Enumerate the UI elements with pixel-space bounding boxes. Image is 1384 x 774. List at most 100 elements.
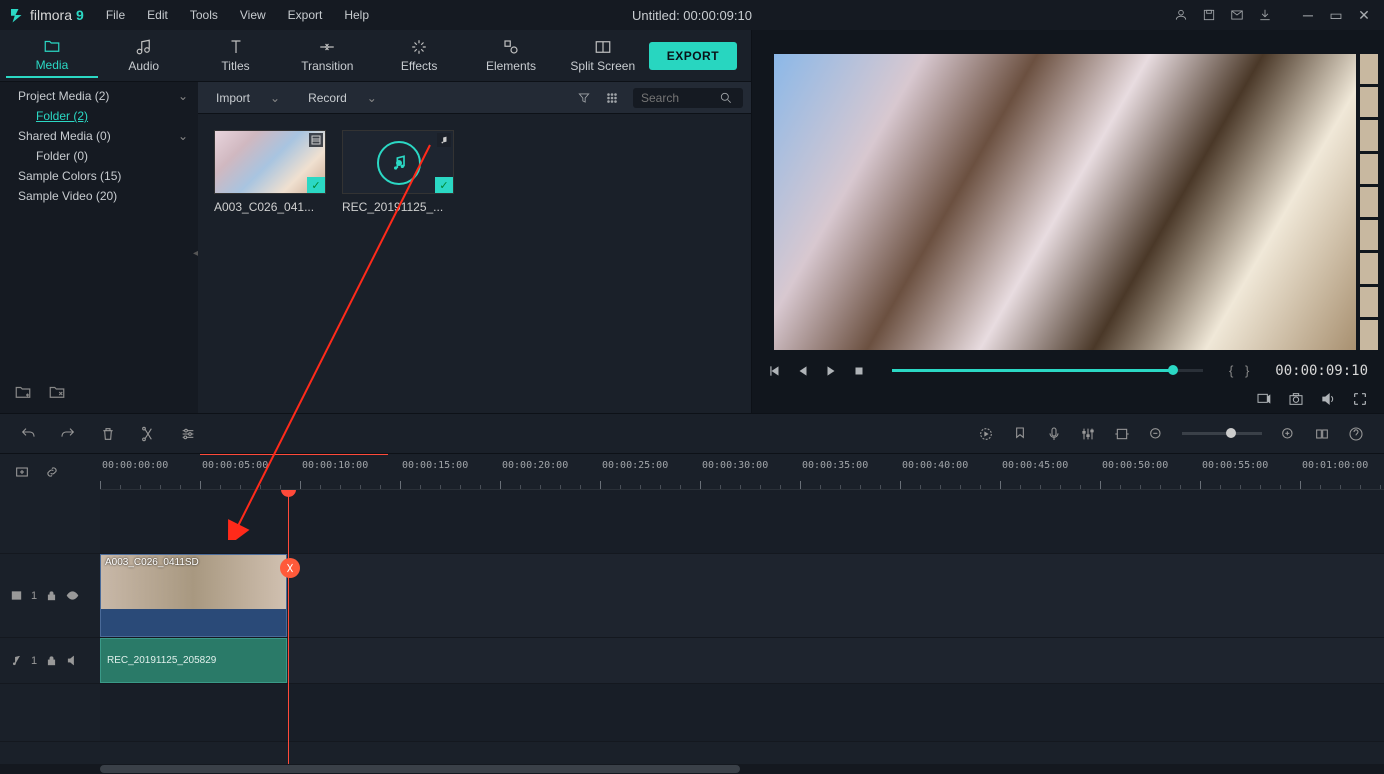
sparkle-icon	[410, 38, 428, 56]
grid-view-icon[interactable]	[605, 91, 619, 105]
redo-icon[interactable]	[60, 426, 76, 442]
delete-icon[interactable]	[100, 426, 116, 442]
progress-knob[interactable]	[1168, 365, 1178, 375]
marker-icon[interactable]	[1012, 426, 1028, 442]
fullscreen-icon[interactable]	[1352, 391, 1368, 407]
undo-icon[interactable]	[20, 426, 36, 442]
export-button[interactable]: EXPORT	[649, 42, 737, 70]
sidebar-item-folder[interactable]: Folder (2)	[0, 106, 198, 126]
preview-bottom-bar	[752, 386, 1384, 413]
volume-icon[interactable]	[1320, 391, 1336, 407]
record-dropdown[interactable]: Record⌄	[298, 87, 387, 109]
voiceover-icon[interactable]	[1046, 426, 1062, 442]
preview-viewport[interactable]	[774, 54, 1356, 350]
sidebar-item-project-media[interactable]: Project Media (2)⌄	[0, 86, 198, 106]
fit-zoom-icon[interactable]	[1314, 426, 1330, 442]
timeline-area: 00:00:00:0000:00:05:0000:00:10:0000:00:1…	[0, 414, 1384, 774]
ruler-tick: 00:00:25:00	[602, 460, 668, 471]
tab-media[interactable]: Media	[6, 33, 98, 78]
speaker-icon[interactable]	[66, 654, 79, 667]
crop-icon[interactable]	[1114, 426, 1130, 442]
help-icon[interactable]	[1348, 426, 1364, 442]
tab-titles[interactable]: Titles	[190, 34, 282, 77]
track-body-audio[interactable]: REC_20191125_205829	[100, 638, 1384, 683]
menu-help[interactable]: Help	[334, 4, 379, 26]
audio-mixer-icon[interactable]	[1080, 426, 1096, 442]
split-icon[interactable]	[140, 426, 156, 442]
search-input[interactable]	[641, 91, 719, 105]
close-button[interactable]: ✕	[1352, 7, 1376, 24]
cut-marker[interactable]	[280, 558, 300, 578]
lock-icon[interactable]	[45, 654, 58, 667]
tab-elements[interactable]: Elements	[465, 34, 557, 77]
filmora-logo-icon	[8, 6, 26, 24]
search-box[interactable]	[633, 88, 743, 108]
message-icon[interactable]	[1230, 8, 1244, 22]
prev-frame-icon[interactable]	[768, 364, 782, 378]
collapse-handle-icon[interactable]: ◂	[193, 248, 198, 259]
zoom-in-icon[interactable]	[1280, 426, 1296, 442]
clip-label: REC_20191125_205829	[107, 655, 216, 666]
tab-titles-label: Titles	[221, 59, 249, 73]
track-index: 1	[31, 655, 37, 667]
audio-clip[interactable]: REC_20191125_205829	[100, 638, 287, 683]
tab-splitscreen[interactable]: Split Screen	[557, 34, 649, 77]
eye-icon[interactable]	[66, 589, 79, 602]
zoom-knob[interactable]	[1226, 428, 1236, 438]
chevron-down-icon: ⌄	[367, 91, 377, 105]
minimize-button[interactable]: ─	[1296, 7, 1320, 24]
title-bar: filmora9 File Edit Tools View Export Hel…	[0, 0, 1384, 30]
add-track-icon[interactable]	[14, 464, 30, 480]
media-thumb-audio[interactable]: ✓ REC_20191125_...	[342, 130, 454, 214]
delete-folder-icon[interactable]	[48, 383, 66, 401]
preview-controls: { } 00:00:09:10	[752, 356, 1384, 385]
download-icon[interactable]	[1258, 8, 1272, 22]
timeline-ruler[interactable]: 00:00:00:0000:00:05:0000:00:10:0000:00:1…	[100, 454, 1384, 490]
preview-thumbnails-strip[interactable]	[1360, 54, 1378, 350]
zoom-slider[interactable]	[1182, 432, 1262, 435]
timeline-scrollbar[interactable]	[0, 764, 1384, 774]
media-browser: Import⌄ Record⌄	[198, 82, 751, 413]
track-body-overlay[interactable]	[100, 490, 1384, 553]
save-icon[interactable]	[1202, 8, 1216, 22]
zoom-out-icon[interactable]	[1148, 426, 1164, 442]
new-folder-icon[interactable]	[14, 383, 32, 401]
tab-audio-label: Audio	[128, 59, 159, 73]
tab-audio[interactable]: Audio	[98, 34, 190, 77]
sidebar-item-folder0[interactable]: Folder (0)	[0, 146, 198, 166]
account-icon[interactable]	[1174, 8, 1188, 22]
play-icon[interactable]	[824, 364, 838, 378]
timeline-tracks: 1 A003_C026_0411SD 1 REC_20191125_205829	[0, 490, 1384, 764]
sidebar-item-sample-colors[interactable]: Sample Colors (15)	[0, 166, 198, 186]
menu-file[interactable]: File	[96, 4, 135, 26]
playhead[interactable]	[288, 490, 289, 764]
video-clip[interactable]: A003_C026_0411SD	[100, 554, 287, 637]
media-thumb-video[interactable]: ✓ A003_C026_041...	[214, 130, 326, 214]
track-index: 1	[31, 590, 37, 602]
stop-icon[interactable]	[852, 364, 866, 378]
tab-transition[interactable]: Transition	[281, 34, 373, 77]
menu-export[interactable]: Export	[278, 4, 333, 26]
sidebar-item-sample-video[interactable]: Sample Video (20)	[0, 186, 198, 206]
music-badge-icon	[437, 133, 451, 147]
menu-tools[interactable]: Tools	[180, 4, 228, 26]
tab-effects[interactable]: Effects	[373, 34, 465, 77]
maximize-button[interactable]: ▭	[1324, 7, 1348, 24]
sidebar-item-shared-media[interactable]: Shared Media (0)⌄	[0, 126, 198, 146]
import-dropdown[interactable]: Import⌄	[206, 87, 290, 109]
play-back-icon[interactable]	[796, 364, 810, 378]
link-icon[interactable]	[44, 464, 60, 480]
filter-icon[interactable]	[577, 91, 591, 105]
quality-icon[interactable]	[1256, 391, 1272, 407]
snapshot-icon[interactable]	[1288, 391, 1304, 407]
playhead-selection	[200, 454, 388, 455]
adjust-icon[interactable]	[180, 426, 196, 442]
render-icon[interactable]	[978, 426, 994, 442]
mark-in-out-icon[interactable]: { }	[1229, 363, 1253, 378]
scrollbar-thumb[interactable]	[100, 765, 740, 773]
menu-bar: File Edit Tools View Export Help	[96, 4, 379, 26]
menu-view[interactable]: View	[230, 4, 276, 26]
preview-progress[interactable]	[892, 369, 1203, 372]
menu-edit[interactable]: Edit	[137, 4, 178, 26]
lock-icon[interactable]	[45, 589, 58, 602]
